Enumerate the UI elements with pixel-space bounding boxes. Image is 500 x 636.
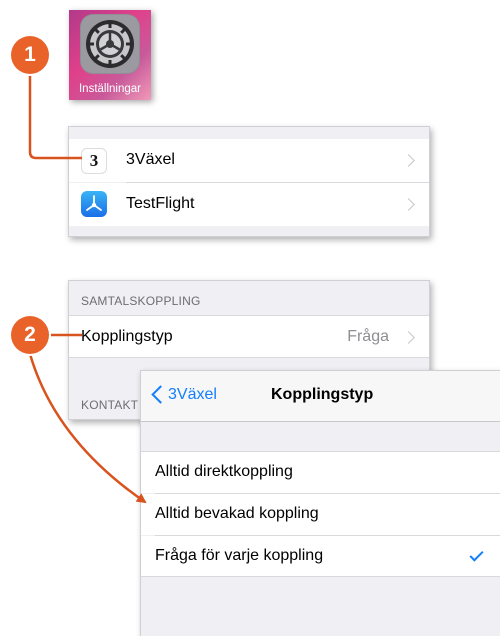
step-badge-2: 2 bbox=[11, 316, 49, 354]
step-badge-1: 1 bbox=[11, 36, 49, 74]
annotation-overlay bbox=[28, 60, 147, 504]
annotation-arrow bbox=[28, 353, 147, 504]
annotation-line-1 bbox=[28, 60, 82, 160]
